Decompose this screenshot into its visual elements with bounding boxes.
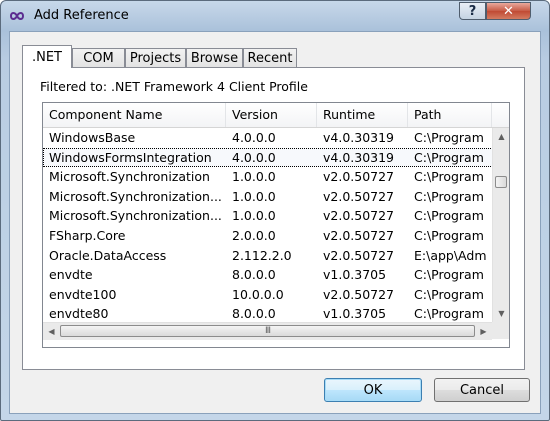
cell-version: 4.0.0.0	[232, 130, 276, 145]
cell-path: C:\Program	[414, 208, 484, 224]
cell-runtime: v2.0.50727	[323, 169, 395, 185]
cell-path: C:\Program	[414, 149, 484, 165]
cell-component-name: Microsoft.Synchronization...	[49, 208, 222, 224]
cell-path: C:\Program	[414, 267, 484, 283]
cell-path: C:\Program	[414, 130, 484, 145]
filter-label: Filtered to: .NET Framework 4 Client Pro…	[40, 79, 308, 94]
scrollbar-corner	[492, 322, 509, 339]
add-reference-dialog: Add Reference ? ✕ .NET COM Projects Brow…	[0, 0, 550, 421]
cell-component-name: Microsoft.Synchronization...	[49, 188, 222, 204]
cell-version: 8.0.0.0	[232, 306, 276, 322]
cell-component-name: Oracle.DataAccess	[49, 247, 167, 263]
cell-path: C:\Program	[414, 227, 484, 243]
cell-component-name: envdte100	[49, 286, 117, 302]
help-button[interactable]: ?	[459, 2, 486, 20]
horizontal-scrollbar[interactable]: ◀ III ▶	[43, 322, 492, 340]
tab-projects[interactable]: Projects	[125, 48, 186, 67]
table-row[interactable]: Oracle.DataAccess 2.112.2.0 v2.0.50727 E…	[43, 246, 493, 266]
component-list[interactable]: Component Name Version Runtime Path Wind…	[42, 102, 510, 348]
cell-version: 1.0.0.0	[232, 188, 276, 204]
table-row[interactable]: Microsoft.Synchronization... 1.0.0.0 v2.…	[43, 206, 493, 226]
table-row[interactable]: envdte80 8.0.0.0 v1.0.3705 C:\Program	[43, 304, 493, 324]
table-row-selected[interactable]: WindowsFormsIntegration 4.0.0.0 v4.0.303…	[43, 147, 493, 168]
table-row[interactable]: envdte 8.0.0.0 v1.0.3705 C:\Program	[43, 265, 493, 285]
column-header-version[interactable]: Version	[226, 103, 317, 127]
cell-runtime: v2.0.50727	[323, 227, 395, 243]
cancel-button[interactable]: Cancel	[434, 378, 530, 402]
cell-version: 8.0.0.0	[232, 267, 276, 283]
cell-version: 2.112.2.0	[232, 247, 292, 263]
cell-component-name: Microsoft.Synchronization	[49, 169, 210, 185]
table-row[interactable]: FSharp.Core 2.0.0.0 v2.0.50727 C:\Progra…	[43, 226, 493, 246]
column-header-runtime[interactable]: Runtime	[317, 103, 408, 127]
cell-version: 1.0.0.0	[232, 208, 276, 224]
cell-runtime: v1.0.3705	[323, 267, 387, 283]
cell-component-name: WindowsBase	[49, 130, 136, 145]
cell-path: C:\Program	[414, 188, 484, 204]
tab-dotnet[interactable]: .NET	[22, 45, 72, 68]
cell-version: 1.0.0.0	[232, 169, 276, 185]
cell-runtime: v4.0.30319	[323, 130, 395, 145]
close-button[interactable]: ✕	[486, 2, 531, 20]
vertical-scroll-thumb[interactable]	[495, 176, 507, 188]
column-header-component-name[interactable]: Component Name	[43, 103, 226, 127]
cell-path: C:\Program	[414, 169, 484, 185]
cell-runtime: v2.0.50727	[323, 286, 395, 302]
cell-path: C:\Program	[414, 286, 484, 302]
tab-browse[interactable]: Browse	[186, 48, 243, 67]
cell-path: C:\Program	[414, 306, 484, 322]
cell-component-name: WindowsFormsIntegration	[49, 149, 212, 165]
help-icon: ?	[468, 3, 477, 19]
cell-path: E:\app\Adm	[414, 247, 487, 263]
cell-version: 2.0.0.0	[232, 227, 276, 243]
cell-version: 4.0.0.0	[232, 149, 276, 165]
cell-component-name: envdte80	[49, 306, 109, 322]
list-rows: WindowsBase 4.0.0.0 v4.0.30319 C:\Progra…	[43, 128, 493, 324]
tab-recent[interactable]: Recent	[243, 48, 297, 67]
window-title: Add Reference	[34, 8, 129, 23]
tab-com[interactable]: COM	[72, 48, 125, 67]
dialog-client-area: .NET COM Projects Browse Recent Filtered…	[9, 31, 541, 414]
cell-component-name: FSharp.Core	[49, 227, 126, 243]
close-icon: ✕	[503, 3, 514, 19]
table-row[interactable]: envdte100 10.0.0.0 v2.0.50727 C:\Program	[43, 285, 493, 305]
scroll-down-arrow-icon[interactable]: ▼	[493, 305, 509, 322]
table-row[interactable]: Microsoft.Synchronization 1.0.0.0 v2.0.5…	[43, 167, 493, 187]
cell-runtime: v2.0.50727	[323, 247, 395, 263]
vertical-scrollbar[interactable]: ▲ ▼	[492, 128, 509, 322]
scroll-up-arrow-icon[interactable]: ▲	[493, 128, 509, 145]
cell-component-name: envdte	[49, 267, 93, 283]
cell-runtime: v2.0.50727	[323, 188, 395, 204]
column-header-path[interactable]: Path	[408, 103, 492, 127]
title-bar[interactable]: Add Reference ? ✕	[1, 1, 549, 31]
cell-runtime: v1.0.3705	[323, 306, 387, 322]
dotnet-tab-panel: Filtered to: .NET Framework 4 Client Pro…	[22, 67, 525, 370]
ok-button[interactable]: OK	[324, 378, 422, 402]
list-header: Component Name Version Runtime Path	[43, 103, 509, 128]
table-row[interactable]: WindowsBase 4.0.0.0 v4.0.30319 C:\Progra…	[43, 128, 493, 148]
table-row[interactable]: Microsoft.Synchronization... 1.0.0.0 v2.…	[43, 187, 493, 207]
cell-runtime: v4.0.30319	[323, 149, 395, 165]
horizontal-scroll-thumb[interactable]: III	[60, 325, 475, 337]
cell-runtime: v2.0.50727	[323, 208, 395, 224]
infinity-icon	[9, 12, 25, 20]
grip-icon: III	[265, 326, 271, 336]
scroll-right-arrow-icon[interactable]: ▶	[475, 323, 492, 340]
scroll-left-arrow-icon[interactable]: ◀	[43, 323, 60, 340]
cell-version: 10.0.0.0	[232, 286, 284, 302]
